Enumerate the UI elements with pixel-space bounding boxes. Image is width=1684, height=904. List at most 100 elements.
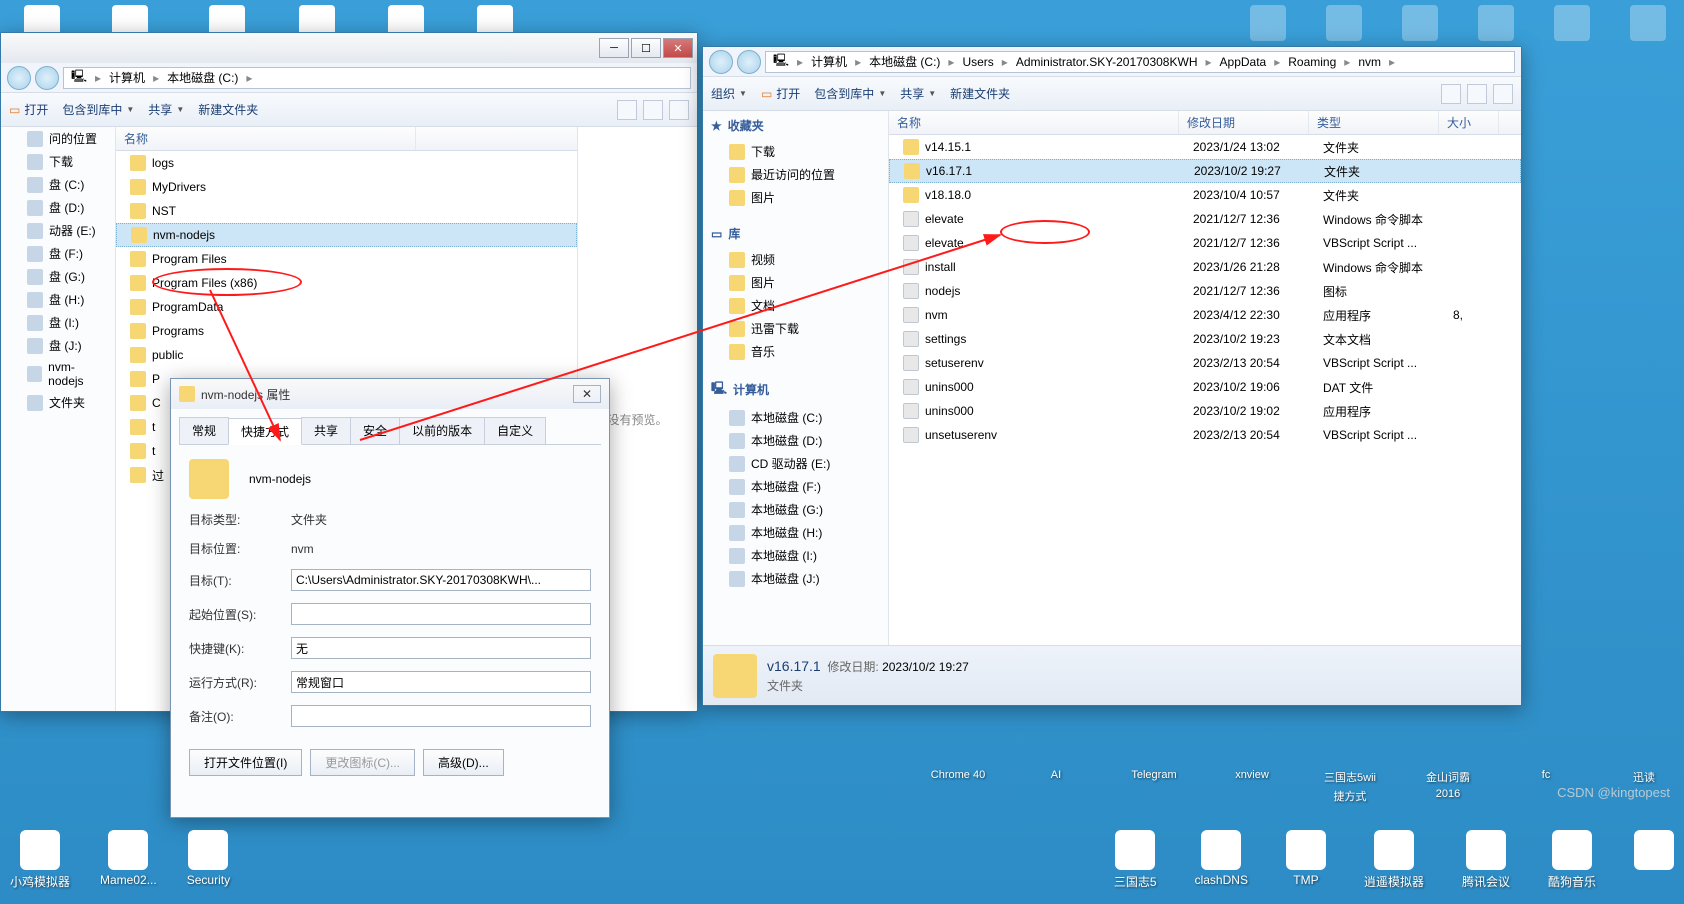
table-row[interactable]: v16.17.1 2023/10/2 19:27 文件夹 [889, 159, 1521, 183]
desktop-icon[interactable]: 腾讯会议 [1462, 830, 1510, 890]
col-size[interactable]: 大小 [1439, 111, 1499, 134]
breadcrumb-item[interactable]: Users [959, 55, 996, 69]
table-row[interactable]: nodejs 2021/12/7 12:36 图标 [889, 279, 1521, 303]
desktop-icon[interactable]: clashDNS [1195, 830, 1248, 890]
desktop-icon[interactable]: TMP [1286, 830, 1326, 890]
col-type[interactable]: 类型 [1309, 111, 1439, 134]
table-row[interactable]: Program Files [116, 247, 577, 271]
desktop-icon[interactable]: fc [1516, 769, 1576, 804]
target-input[interactable] [291, 569, 591, 591]
table-row[interactable]: Programs [116, 319, 577, 343]
sidebar-item[interactable]: 图片 [703, 271, 888, 294]
sidebar-item[interactable]: nvm-nodejs [1, 357, 115, 391]
close-button[interactable]: ✕ [573, 385, 601, 403]
forward-button[interactable] [35, 66, 59, 90]
sidebar-item[interactable]: 本地磁盘 (J:) [703, 567, 888, 590]
back-button[interactable] [7, 66, 31, 90]
table-row[interactable]: Program Files (x86) [116, 271, 577, 295]
sidebar-item[interactable]: 动器 (E:) [1, 219, 115, 242]
sidebar-item[interactable]: 下载 [1, 150, 115, 173]
back-button[interactable] [709, 50, 733, 74]
advanced-button[interactable]: 高级(D)... [423, 749, 504, 776]
sidebar-group-favorites[interactable]: ★收藏夹 [703, 111, 888, 140]
properties-tab[interactable]: 快捷方式 [228, 418, 302, 445]
forward-button[interactable] [737, 50, 761, 74]
open-button[interactable]: ▭打开 [761, 85, 800, 102]
sidebar-item[interactable]: 本地磁盘 (G:) [703, 498, 888, 521]
newfolder-button[interactable]: 新建文件夹 [950, 85, 1010, 102]
view-icon[interactable] [617, 100, 637, 120]
desktop-icon[interactable]: Telegram [1124, 769, 1184, 804]
help-icon[interactable] [669, 100, 689, 120]
sidebar-item[interactable]: 盘 (H:) [1, 288, 115, 311]
startin-input[interactable] [291, 603, 591, 625]
sidebar-item[interactable]: 盘 (D:) [1, 196, 115, 219]
desktop-icon[interactable] [1634, 830, 1674, 890]
desktop-icon[interactable] [1326, 5, 1362, 43]
hotkey-input[interactable] [291, 637, 591, 659]
breadcrumb-item[interactable]: 本地磁盘 (C:) [866, 53, 943, 70]
desktop-icon[interactable]: xnview [1222, 769, 1282, 804]
desktop-icon[interactable]: 迅读 [1614, 769, 1674, 804]
change-icon-button[interactable]: 更改图标(C)... [310, 749, 415, 776]
properties-tab[interactable]: 安全 [350, 417, 400, 444]
sidebar-item[interactable]: 盘 (I:) [1, 311, 115, 334]
table-row[interactable]: install 2023/1/26 21:28 Windows 命令脚本 [889, 255, 1521, 279]
breadcrumb-item[interactable]: 计算机 [808, 53, 850, 70]
desktop-icon[interactable] [1250, 5, 1286, 43]
sidebar-item[interactable]: 本地磁盘 (H:) [703, 521, 888, 544]
sidebar-item[interactable]: 图片 [703, 186, 888, 209]
desktop-icon[interactable] [1630, 5, 1666, 43]
breadcrumb-item[interactable]: Administrator.SKY-20170308KWH [1013, 55, 1201, 69]
run-input[interactable] [291, 671, 591, 693]
desktop-icon[interactable]: 小鸡模拟器 [10, 830, 70, 890]
sidebar-item[interactable]: 音乐 [703, 340, 888, 363]
breadcrumb-item[interactable]: 计算机 [106, 69, 148, 86]
desktop-icon[interactable]: 酷狗音乐 [1548, 830, 1596, 890]
table-row[interactable]: unins000 2023/10/2 19:02 应用程序 [889, 399, 1521, 423]
address-bar-right[interactable]: 🖳 ▸计算机▸本地磁盘 (C:)▸Users▸Administrator.SKY… [765, 51, 1515, 73]
sidebar-item[interactable]: 文件夹 [1, 391, 115, 414]
sidebar-item[interactable]: 盘 (G:) [1, 265, 115, 288]
table-row[interactable]: nvm 2023/4/12 22:30 应用程序 8, [889, 303, 1521, 327]
open-location-button[interactable]: 打开文件位置(I) [189, 749, 302, 776]
table-row[interactable]: v18.18.0 2023/10/4 10:57 文件夹 [889, 183, 1521, 207]
sidebar-item[interactable]: 盘 (C:) [1, 173, 115, 196]
table-row[interactable]: settings 2023/10/2 19:23 文本文档 [889, 327, 1521, 351]
col-name[interactable]: 名称 [116, 127, 416, 150]
sidebar-item[interactable]: 本地磁盘 (F:) [703, 475, 888, 498]
breadcrumb-item[interactable]: AppData [1217, 55, 1270, 69]
col-name[interactable]: 名称 [889, 111, 1179, 134]
desktop-icon[interactable]: AI [1026, 769, 1086, 804]
table-row[interactable]: unsetuserenv 2023/2/13 20:54 VBScript Sc… [889, 423, 1521, 447]
organize-button[interactable]: 组织▼ [711, 85, 747, 102]
include-button[interactable]: 包含到库中▼ [814, 85, 886, 102]
sidebar-item[interactable]: 问的位置 [1, 127, 115, 150]
table-row[interactable]: elevate 2021/12/7 12:36 VBScript Script … [889, 231, 1521, 255]
sidebar-item[interactable]: 本地磁盘 (D:) [703, 429, 888, 452]
sidebar-item[interactable]: 盘 (J:) [1, 334, 115, 357]
table-row[interactable]: ProgramData [116, 295, 577, 319]
comment-input[interactable] [291, 705, 591, 727]
desktop-icon[interactable]: Mame02... [100, 830, 157, 890]
table-row[interactable]: logs [116, 151, 577, 175]
share-button[interactable]: 共享▼ [148, 101, 184, 118]
sidebar-item[interactable]: 最近访问的位置 [703, 163, 888, 186]
view-icon[interactable] [1441, 84, 1461, 104]
sidebar-item[interactable]: 迅雷下载 [703, 317, 888, 340]
properties-tab[interactable]: 共享 [301, 417, 351, 444]
help-icon[interactable] [1493, 84, 1513, 104]
close-button[interactable]: ✕ [663, 38, 693, 58]
table-row[interactable]: NST [116, 199, 577, 223]
sidebar-item[interactable]: 文档 [703, 294, 888, 317]
sidebar-item[interactable]: 盘 (F:) [1, 242, 115, 265]
desktop-icon[interactable] [1402, 5, 1438, 43]
desktop-icon[interactable]: 逍遥模拟器 [1364, 830, 1424, 890]
table-row[interactable]: nvm-nodejs [116, 223, 577, 247]
desktop-icon[interactable]: Chrome 40 [928, 769, 988, 804]
table-row[interactable]: setuserenv 2023/2/13 20:54 VBScript Scri… [889, 351, 1521, 375]
desktop-icon[interactable]: Security [187, 830, 230, 890]
sidebar-group-libraries[interactable]: ▭库 [703, 219, 888, 248]
minimize-button[interactable]: ─ [599, 38, 629, 58]
table-row[interactable]: public [116, 343, 577, 367]
